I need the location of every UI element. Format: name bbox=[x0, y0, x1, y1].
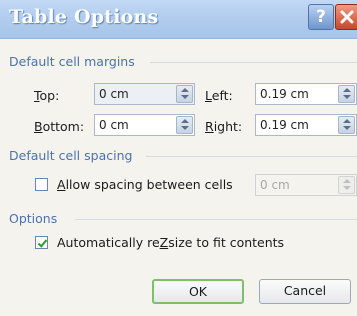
options-divider bbox=[75, 219, 357, 220]
allow-spacing-label[interactable]: Allow spacing between cells bbox=[57, 177, 233, 192]
spin-up-icon[interactable] bbox=[343, 119, 351, 123]
close-button[interactable] bbox=[335, 4, 357, 30]
bottom-margin-value[interactable]: 0 cm bbox=[99, 118, 129, 132]
spin-up-icon[interactable] bbox=[181, 88, 189, 92]
allow-spacing-checkbox[interactable] bbox=[35, 178, 48, 191]
auto-resize-checkbox[interactable] bbox=[35, 236, 48, 249]
top-margin-value[interactable]: 0 cm bbox=[99, 87, 129, 101]
spin-up-icon[interactable] bbox=[343, 88, 351, 92]
spacing-value: 0 cm bbox=[260, 178, 290, 192]
help-button[interactable]: ? bbox=[308, 4, 334, 30]
spacing-heading: Default cell spacing bbox=[9, 148, 133, 163]
dialog-title: Table Options bbox=[9, 6, 159, 28]
spin-down-icon[interactable] bbox=[343, 95, 351, 99]
bottom-margin-spinner[interactable] bbox=[176, 116, 193, 134]
left-margin-value[interactable]: 0.19 cm bbox=[260, 87, 309, 101]
auto-resize-label[interactable]: Automatically reZsize to fit contents bbox=[57, 235, 284, 250]
left-label: Left: bbox=[205, 88, 233, 103]
bottom-margin-field[interactable]: 0 cm bbox=[94, 114, 195, 136]
title-bar[interactable]: Table Options ? bbox=[0, 0, 357, 39]
margins-divider bbox=[150, 62, 357, 63]
right-label: Right: bbox=[205, 119, 243, 134]
left-margin-field[interactable]: 0.19 cm bbox=[255, 83, 357, 105]
spin-up-icon[interactable] bbox=[181, 119, 189, 123]
spin-down-icon[interactable] bbox=[343, 126, 351, 130]
top-margin-field[interactable]: 0 cm bbox=[94, 83, 195, 105]
close-icon bbox=[340, 10, 354, 24]
top-label: Top: bbox=[34, 88, 60, 103]
bottom-label: Bottom: bbox=[34, 119, 85, 134]
help-icon: ? bbox=[316, 7, 326, 27]
ok-button[interactable]: OK bbox=[152, 279, 244, 304]
checkmark-icon bbox=[37, 239, 48, 248]
right-margin-field[interactable]: 0.19 cm bbox=[255, 114, 357, 136]
left-margin-spinner[interactable] bbox=[338, 85, 355, 103]
spin-down-icon[interactable] bbox=[181, 95, 189, 99]
cancel-button[interactable]: Cancel bbox=[259, 279, 351, 304]
spin-down-icon[interactable] bbox=[181, 126, 189, 130]
top-margin-spinner[interactable] bbox=[176, 85, 193, 103]
spin-up-icon bbox=[343, 179, 351, 183]
options-heading: Options bbox=[9, 211, 58, 226]
spacing-spinner bbox=[338, 176, 355, 194]
right-margin-value[interactable]: 0.19 cm bbox=[260, 118, 309, 132]
spacing-divider bbox=[146, 156, 357, 157]
margins-heading: Default cell margins bbox=[9, 54, 135, 69]
right-margin-spinner[interactable] bbox=[338, 116, 355, 134]
spacing-field: 0 cm bbox=[255, 174, 357, 196]
spin-down-icon bbox=[343, 186, 351, 190]
